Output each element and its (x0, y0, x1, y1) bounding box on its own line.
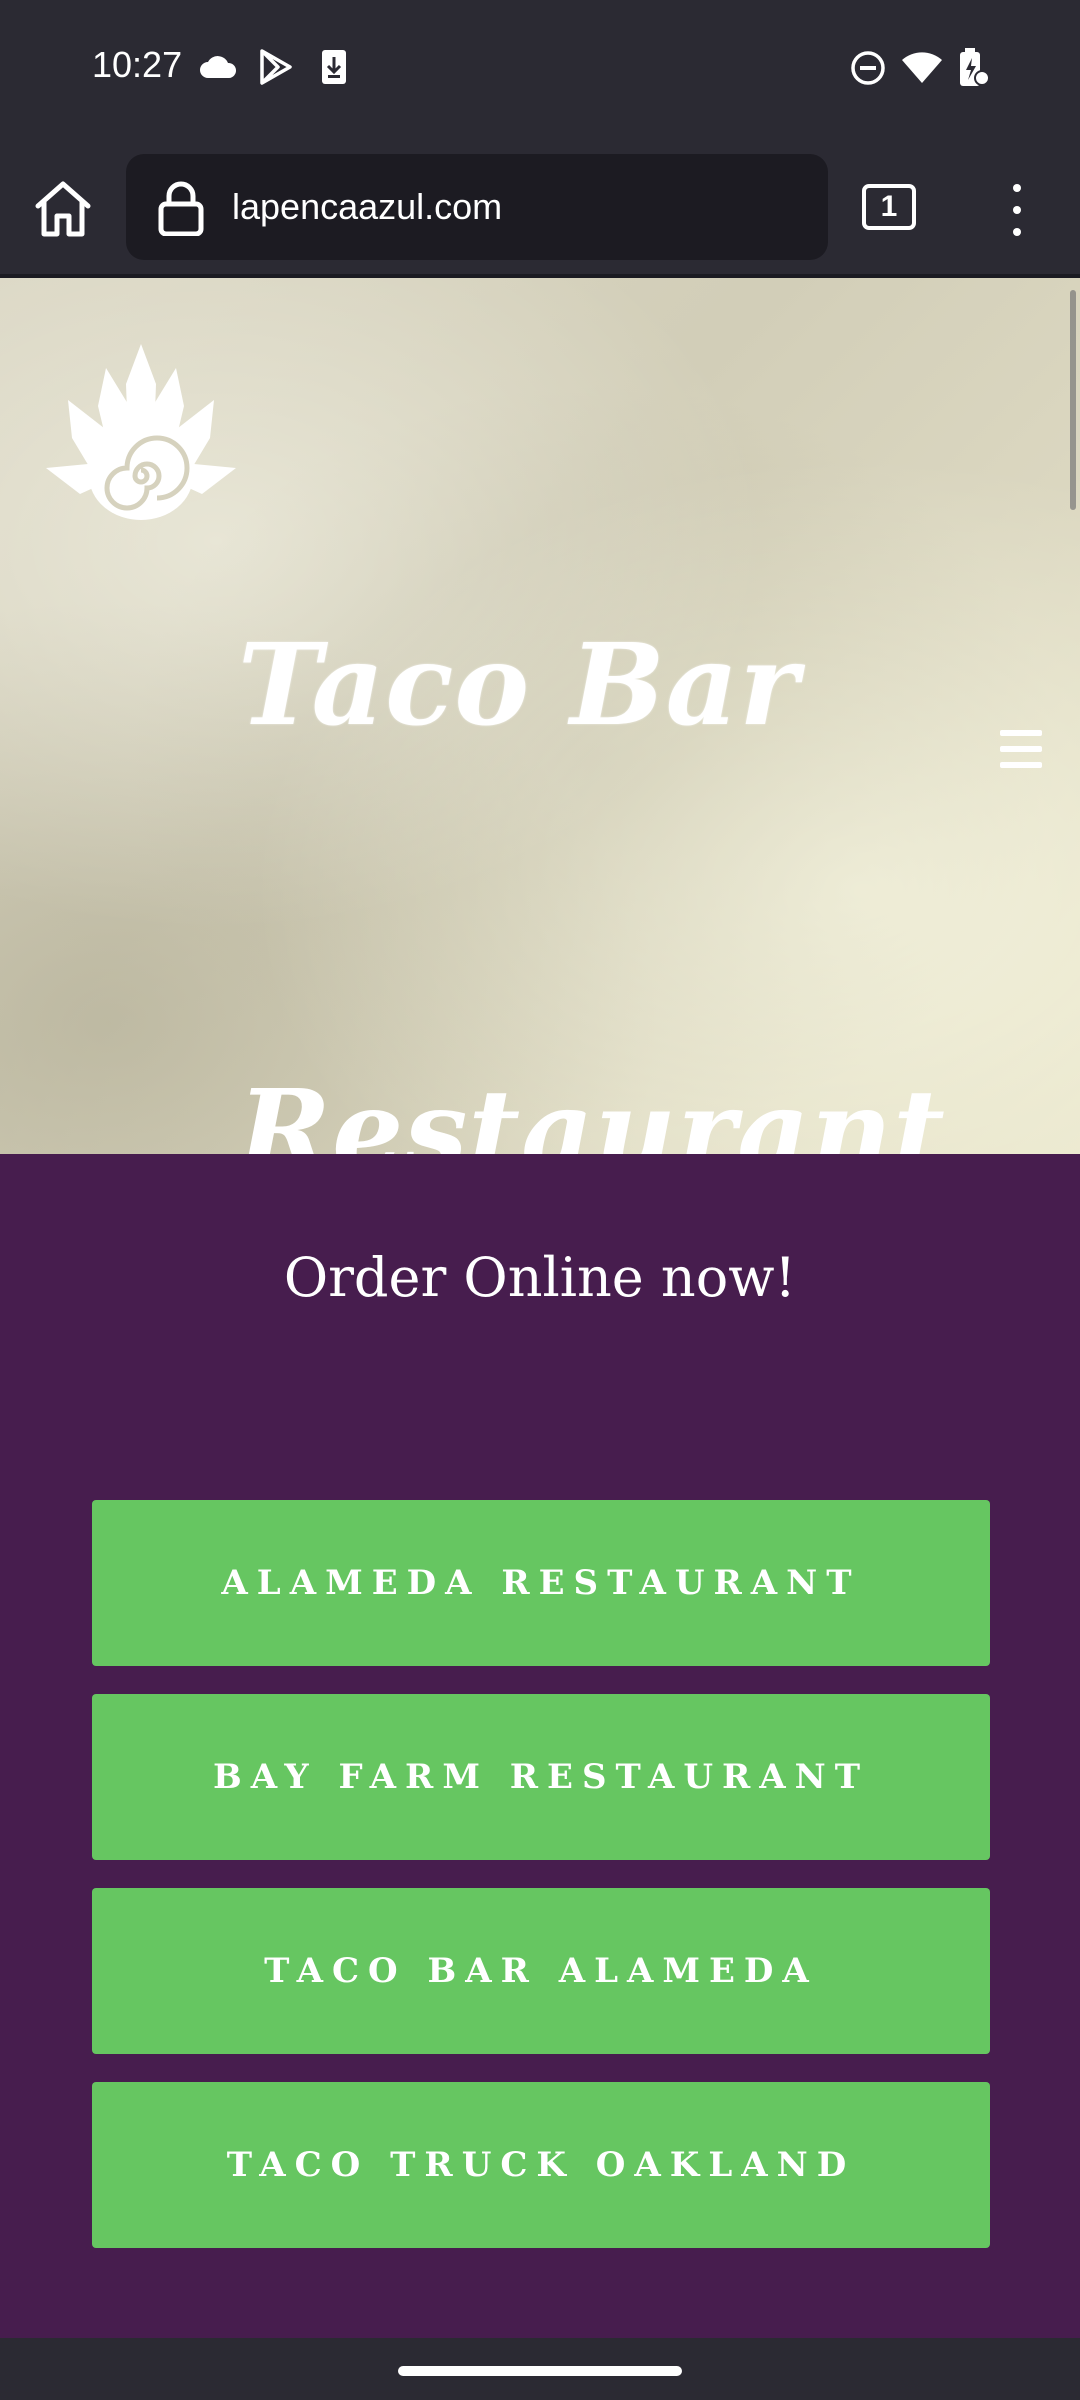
status-bar: 10:27 (0, 0, 1080, 140)
play-store-icon (260, 49, 292, 85)
hero-subtitle: Restaurant (238, 1066, 946, 1154)
download-icon (322, 50, 346, 84)
scrollbar[interactable] (1070, 290, 1076, 510)
wifi-icon (902, 52, 942, 83)
alameda-restaurant-button[interactable]: ALAMEDA RESTAURANT (92, 1500, 990, 1666)
taco-bar-alameda-button[interactable]: TACO BAR ALAMEDA (92, 1888, 990, 2054)
hero-title: Taco Bar (238, 620, 800, 751)
lock-icon[interactable] (156, 180, 206, 236)
hamburger-menu-icon[interactable] (1000, 730, 1042, 770)
hero-banner: Taco Bar Restaurant (0, 278, 1080, 1154)
status-time: 10:27 (92, 44, 183, 85)
home-gesture-handle[interactable] (398, 2366, 682, 2376)
address-bar[interactable]: lapencaazul.com (126, 154, 828, 260)
bay-farm-restaurant-button[interactable]: BAY FARM RESTAURANT (92, 1694, 990, 1860)
tab-switcher-button[interactable]: 1 (862, 184, 916, 230)
order-heading: Order Online now! (283, 1246, 797, 1309)
order-online-section: Order Online now! ALAMEDA RESTAURANT BAY… (0, 1154, 1080, 2338)
browser-toolbar: lapencaazul.com 1 (0, 140, 1080, 278)
taco-truck-oakland-button[interactable]: TACO TRUCK OAKLAND (92, 2082, 990, 2248)
more-options-icon[interactable] (1000, 182, 1034, 238)
battery-charging-icon (960, 48, 990, 86)
home-icon[interactable] (30, 176, 96, 242)
system-navigation-bar (0, 2338, 1080, 2400)
agave-logo-icon[interactable] (46, 344, 236, 524)
url-text[interactable]: lapencaazul.com (232, 186, 502, 228)
cloud-icon (200, 56, 237, 78)
do-not-disturb-icon (851, 51, 885, 85)
